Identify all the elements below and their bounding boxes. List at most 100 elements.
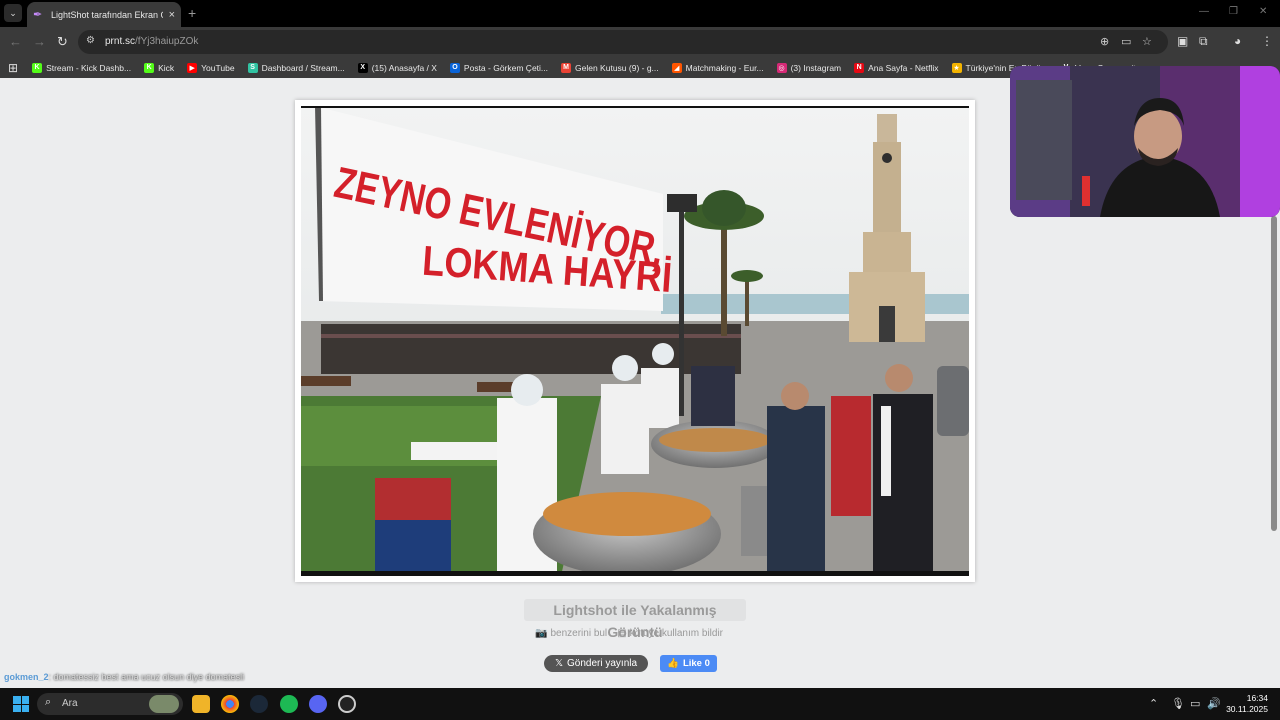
street-photo: ZEYNO EVLENİYOR, LOKMA HAYRİ bbox=[301, 106, 969, 576]
windows-start-icon[interactable] bbox=[13, 696, 29, 712]
steam-icon[interactable] bbox=[250, 695, 268, 713]
webcam-feed bbox=[1010, 66, 1280, 217]
streamlabs-icon: S bbox=[247, 62, 258, 73]
bookmark-item[interactable]: S Dashboard / Stream... bbox=[247, 62, 345, 73]
browser-toolbar: ← → ↻ ⚙ prnt.sc/fYj3haiupZOk ⊕ ▭ ☆ ▣ ⧉ ◕… bbox=[0, 27, 1280, 57]
x-icon: X bbox=[357, 62, 368, 73]
search-placeholder: Ara bbox=[62, 698, 78, 709]
extensions-puzzle-icon[interactable]: ⧉ bbox=[1199, 34, 1208, 49]
bookmark-label: (15) Anasayfa / X bbox=[371, 62, 437, 73]
spotify-icon[interactable] bbox=[280, 695, 298, 713]
page-scrollbar[interactable] bbox=[1271, 216, 1277, 531]
report-abuse-label: kötüye kullanım bildir bbox=[629, 628, 723, 639]
url-path: /fYj3haiupZOk bbox=[135, 36, 199, 47]
url-text[interactable]: prnt.sc/fYj3haiupZOk bbox=[105, 36, 198, 47]
gmail-icon: M bbox=[561, 62, 572, 73]
tab-close-icon[interactable]: × bbox=[169, 9, 175, 21]
find-similar-link[interactable]: 📷 benzerini bul bbox=[535, 628, 607, 639]
bookmark-item[interactable]: ▶ YouTube bbox=[187, 62, 235, 73]
bookmark-item[interactable]: O Posta - Görkem Çeti... bbox=[449, 62, 549, 73]
webcam-overlay bbox=[1010, 66, 1280, 217]
bookmark-item[interactable]: K Stream - Kick Dashb... bbox=[32, 62, 132, 73]
netflix-icon: N bbox=[854, 62, 865, 73]
profile-avatar-icon[interactable]: ◕ bbox=[1234, 34, 1241, 48]
kick-icon: K bbox=[144, 62, 155, 73]
youtube-icon: ▶ bbox=[187, 62, 198, 73]
bookmark-star-icon[interactable]: ☆ bbox=[1142, 35, 1152, 48]
bookmark-label: Dashboard / Stream... bbox=[261, 62, 345, 73]
chrome-icon[interactable] bbox=[221, 695, 239, 713]
discord-icon[interactable] bbox=[309, 695, 327, 713]
bookmark-label: Ana Sayfa - Netflix bbox=[868, 62, 939, 73]
instagram-icon: ◎ bbox=[776, 62, 787, 73]
bookmark-label: Posta - Görkem Çeti... bbox=[463, 62, 549, 73]
kick-icon: K bbox=[32, 62, 43, 73]
chat-message: gokmen_2: domatessiz best ama ucuz olsun… bbox=[4, 672, 244, 682]
bookmark-label: Gelen Kutusu (9) - g... bbox=[575, 62, 659, 73]
lightshot-feather-icon: ✒ bbox=[33, 8, 43, 21]
bookmark-item[interactable]: K Kick bbox=[144, 62, 175, 73]
bookmark-item[interactable]: N Ana Sayfa - Netflix bbox=[854, 62, 939, 73]
post-button-label: Gönderi yayınla bbox=[567, 658, 638, 669]
maximize-icon[interactable]: ❐ bbox=[1229, 6, 1238, 17]
clock-date: 30.11.2025 bbox=[1226, 704, 1268, 714]
new-tab-button[interactable]: + bbox=[188, 5, 196, 21]
site-info-icon[interactable]: ⚙ bbox=[86, 35, 95, 46]
network-icon[interactable]: ▭ bbox=[1190, 697, 1200, 710]
like-button-label: Like 0 bbox=[682, 658, 710, 669]
close-window-icon[interactable]: ✕ bbox=[1259, 6, 1267, 17]
camera-icon: 📷 bbox=[535, 628, 548, 639]
bookmark-item[interactable]: M Gelen Kutusu (9) - g... bbox=[561, 62, 659, 73]
tab-strip: ⌄ ✒ LightShot tarafından Ekran Görü × + … bbox=[0, 0, 1280, 27]
chat-username: gokmen_2 bbox=[4, 672, 49, 682]
zoom-icon[interactable]: ⊕ bbox=[1100, 35, 1109, 48]
microphone-icon[interactable]: 🎙 bbox=[1171, 697, 1185, 710]
bookmark-label: Matchmaking - Eur... bbox=[685, 62, 764, 73]
install-app-icon[interactable]: ▭ bbox=[1121, 35, 1131, 48]
url-host: prnt.sc bbox=[105, 36, 136, 47]
bookmark-item[interactable]: ◢ Matchmaking - Eur... bbox=[671, 62, 764, 73]
minimize-icon[interactable]: — bbox=[1199, 6, 1209, 17]
find-similar-label: benzerini bul bbox=[550, 628, 608, 639]
tray-chevron-icon[interactable]: ⌃ bbox=[1149, 697, 1158, 710]
x-logo-icon: 𝕏 bbox=[554, 658, 563, 669]
address-bar[interactable]: ⚙ prnt.sc/fYj3haiupZOk ⊕ ▭ ☆ bbox=[78, 30, 1168, 54]
thumbs-up-icon: 👍 bbox=[667, 658, 679, 669]
faceit-icon: ◢ bbox=[671, 62, 682, 73]
taskbar-search[interactable]: ⌕ Ara bbox=[37, 693, 183, 715]
file-explorer-icon[interactable] bbox=[192, 695, 210, 713]
active-tab[interactable]: ✒ LightShot tarafından Ekran Görü × bbox=[27, 2, 181, 27]
menu-kebab-icon[interactable]: ⋮ bbox=[1261, 34, 1273, 48]
back-arrow-icon[interactable]: ← bbox=[9, 34, 22, 49]
bookmark-item[interactable]: ◎ (3) Instagram bbox=[776, 62, 842, 73]
reload-icon[interactable]: ↻ bbox=[57, 34, 68, 50]
report-abuse-link[interactable]: ▤ kötüye kullanım bildir bbox=[617, 628, 723, 639]
bookmark-label: YouTube bbox=[201, 62, 235, 73]
taskbar-clock[interactable]: 16:34 30.11.2025 bbox=[1226, 693, 1268, 715]
forward-arrow-icon[interactable]: → bbox=[33, 34, 46, 49]
capture-caption: Lightshot ile Yakalanmış Görüntü bbox=[524, 599, 746, 640]
chat-text: : domatessiz best ama ucuz olsun diye do… bbox=[48, 672, 245, 682]
screenshot-frame: ZEYNO EVLENİYOR, LOKMA HAYRİ bbox=[295, 100, 975, 582]
tab-search-button[interactable]: ⌄ bbox=[4, 4, 22, 22]
store-icon: ★ bbox=[951, 62, 962, 73]
report-icon: ▤ bbox=[617, 628, 627, 639]
obs-icon[interactable] bbox=[338, 695, 356, 713]
screenshot-image: ZEYNO EVLENİYOR, LOKMA HAYRİ bbox=[301, 106, 969, 576]
bookmark-label: Stream - Kick Dashb... bbox=[46, 62, 132, 73]
search-highlight-icon bbox=[149, 695, 179, 713]
bookmark-item[interactable]: X (15) Anasayfa / X bbox=[357, 62, 437, 73]
windows-taskbar: ⌕ Ara ⌃ 🎙 ▭ 🔊 16:34 30.11.2025 bbox=[0, 688, 1280, 720]
post-on-x-button[interactable]: 𝕏 Gönderi yayınla bbox=[544, 655, 648, 672]
search-icon: ⌕ bbox=[45, 696, 52, 708]
image-action-links: 📷 benzerini bul ▤ kötüye kullanım bildir bbox=[535, 628, 723, 639]
clock-time: 16:34 bbox=[1246, 693, 1268, 703]
facebook-like-button[interactable]: 👍 Like 0 bbox=[660, 655, 717, 672]
outlook-icon: O bbox=[449, 62, 460, 73]
extension-icon[interactable]: ▣ bbox=[1177, 34, 1188, 48]
bookmark-label: (3) Instagram bbox=[790, 62, 842, 73]
tab-title: LightShot tarafından Ekran Görü bbox=[50, 9, 163, 20]
bookmark-label: Kick bbox=[158, 62, 175, 73]
apps-grid-icon[interactable]: ⊞ bbox=[8, 61, 18, 75]
volume-icon[interactable]: 🔊 bbox=[1207, 697, 1221, 710]
